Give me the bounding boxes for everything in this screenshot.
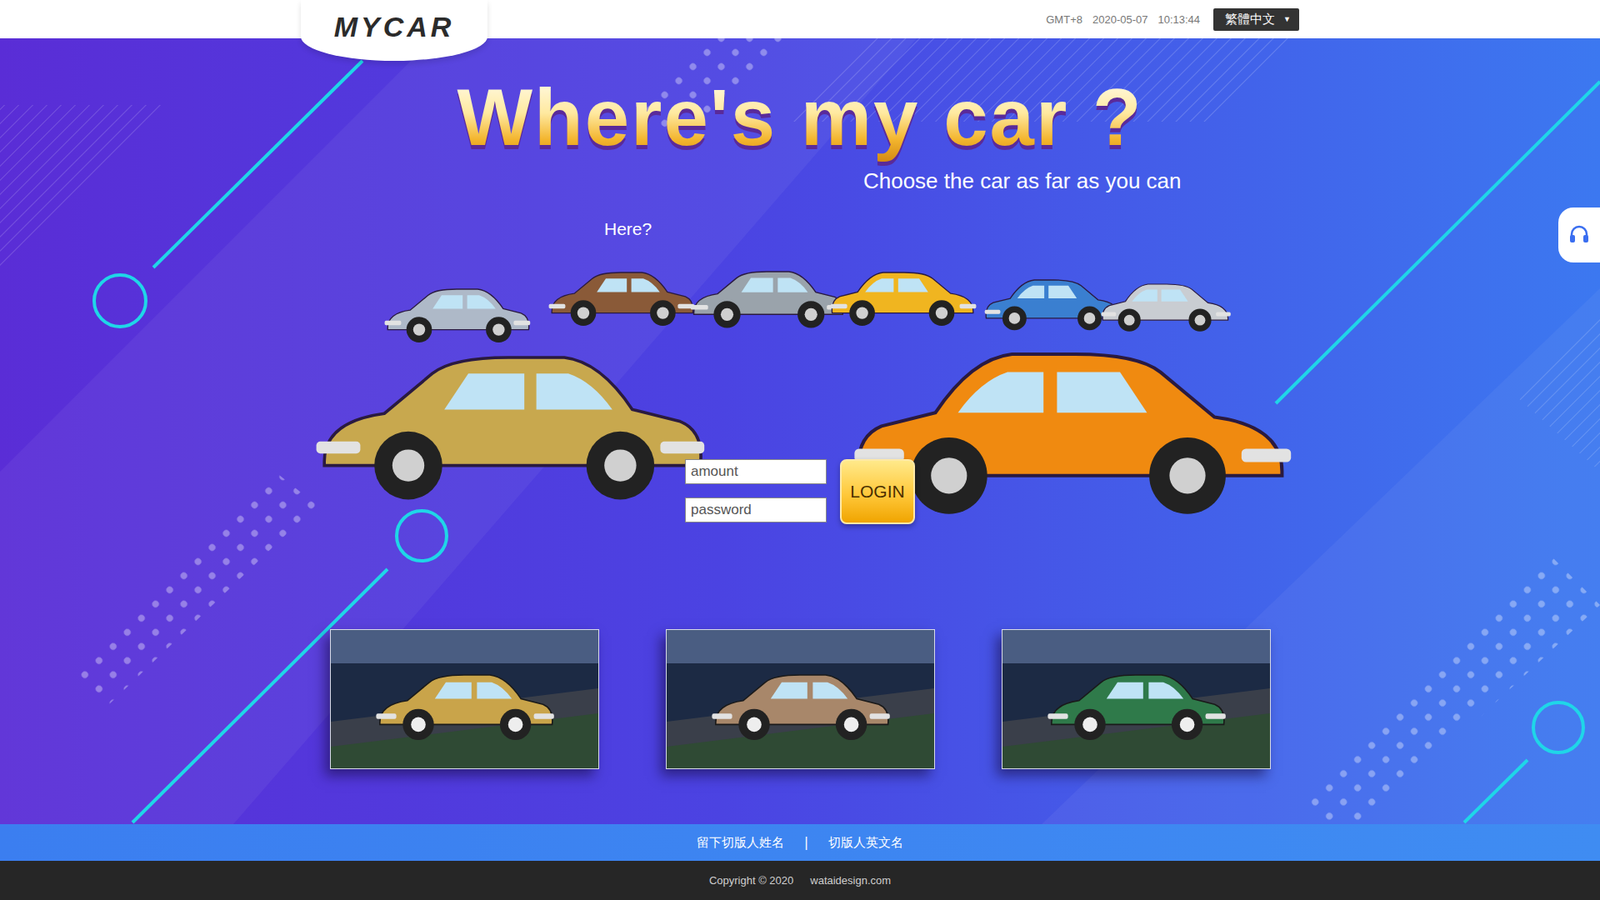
- subtitle-row: Choose the car as far as you can: [419, 168, 1182, 195]
- car-thumbnails: [330, 629, 1271, 770]
- car-icon: [316, 357, 705, 500]
- credit-bar: 留下切版人姓名 | 切版人英文名: [0, 824, 1600, 861]
- header-info: GMT+8 2020-05-07 10:13:44 繁體中文 ▼: [1045, 0, 1300, 39]
- car-icon: [1101, 284, 1231, 332]
- title: Where's my car ?: [456, 73, 1143, 162]
- car-thumbnail[interactable]: [330, 629, 600, 770]
- credit-link[interactable]: 留下切版人姓名: [696, 835, 785, 851]
- password-input[interactable]: [685, 497, 827, 523]
- credit-link[interactable]: 切版人英文名: [828, 835, 904, 851]
- car-icon: [985, 280, 1123, 330]
- copyright-bar: Copyright © 2020 wataidesign.com: [0, 860, 1600, 900]
- headset-icon: [1566, 222, 1592, 248]
- page: MYCAR GMT+8 2020-05-07 10:13:44 繁體中文 ▼ W…: [0, 0, 1600, 900]
- logo[interactable]: MYCAR: [300, 0, 488, 61]
- site-link[interactable]: wataidesign.com: [810, 874, 891, 887]
- login-button[interactable]: LOGIN: [840, 459, 915, 525]
- car-picture-icon: [666, 630, 935, 769]
- car-picture-icon: [330, 630, 599, 769]
- dropdown-icon: ▼: [1283, 15, 1291, 24]
- car-icon: [385, 289, 531, 343]
- login-fields: [685, 459, 827, 525]
- car-icon: [690, 271, 845, 328]
- login-form: LOGIN: [685, 459, 915, 525]
- separator: |: [804, 835, 809, 850]
- car-icon: [854, 354, 1291, 515]
- language-label: 繁體中文: [1225, 11, 1275, 28]
- car-icon: [549, 272, 695, 326]
- amount-input[interactable]: [685, 459, 827, 485]
- car-icon: [830, 272, 977, 326]
- date: 2020-05-07: [1092, 13, 1149, 26]
- support-button[interactable]: [1558, 207, 1600, 263]
- copyright: Copyright © 2020: [709, 874, 794, 887]
- timezone: GMT+8: [1045, 13, 1083, 26]
- subtitle: Choose the car as far as you can: [863, 168, 1182, 195]
- logo-text: MYCAR: [334, 10, 455, 44]
- top-bar: MYCAR GMT+8 2020-05-07 10:13:44 繁體中文 ▼: [0, 0, 1600, 39]
- hero-content: Where's my car ? Choose the car as far a…: [0, 38, 1600, 770]
- car-thumbnail[interactable]: [665, 629, 935, 770]
- hero: Where's my car ? Choose the car as far a…: [0, 38, 1600, 825]
- time: 10:13:44: [1157, 13, 1200, 26]
- language-select[interactable]: 繁體中文 ▼: [1213, 8, 1300, 31]
- car-stage: Here? LOGIN: [0, 209, 1600, 560]
- hint-label: Here?: [604, 219, 652, 240]
- car-picture-icon: [1002, 630, 1270, 769]
- car-thumbnail[interactable]: [1001, 629, 1271, 770]
